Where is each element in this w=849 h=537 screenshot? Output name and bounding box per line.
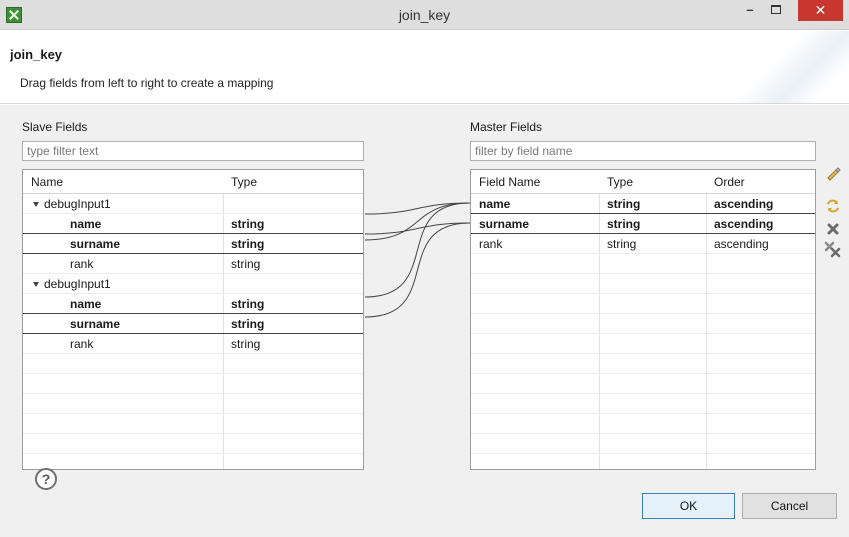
- delete-mapping-icon[interactable]: [824, 221, 842, 239]
- slave-fields-label: Slave Fields: [22, 120, 88, 134]
- column-header-type[interactable]: Type: [223, 170, 257, 194]
- minimize-button[interactable]: –: [738, 0, 762, 21]
- master-field-row[interactable]: rank string ascending: [471, 234, 815, 254]
- group-label: debugInput1: [44, 277, 111, 291]
- field-name: surname: [70, 237, 121, 251]
- field-order: ascending: [714, 197, 774, 211]
- empty-row: [23, 374, 363, 394]
- empty-row: [471, 434, 815, 454]
- slave-field-row[interactable]: name string: [23, 294, 363, 314]
- master-table-header: Field Name Type Order: [471, 170, 815, 194]
- slave-field-row[interactable]: surname string: [23, 234, 363, 254]
- empty-row: [23, 414, 363, 434]
- master-fields-label: Master Fields: [470, 120, 543, 134]
- group-name: debugInput1: [33, 274, 111, 293]
- maximize-icon: [771, 5, 781, 14]
- field-type: string: [231, 317, 265, 331]
- dialog-title: join_key: [10, 47, 63, 62]
- slave-fields-table[interactable]: Name Type debugInput1 name string surname st…: [22, 169, 364, 470]
- field-type: string: [231, 297, 265, 311]
- auto-map-icon[interactable]: [824, 165, 842, 183]
- group-label: debugInput1: [44, 197, 111, 211]
- help-icon[interactable]: ?: [35, 468, 57, 490]
- slave-field-row[interactable]: rank string: [23, 254, 363, 274]
- empty-row: [471, 354, 815, 374]
- empty-row: [471, 274, 815, 294]
- delete-all-mappings-icon[interactable]: [824, 241, 842, 259]
- expand-toggle-icon[interactable]: [33, 202, 39, 208]
- ok-button[interactable]: OK: [642, 493, 735, 519]
- field-type: string: [231, 257, 261, 271]
- field-order: ascending: [714, 217, 774, 231]
- field-type: string: [607, 217, 641, 231]
- empty-row: [23, 354, 363, 374]
- field-type: string: [231, 217, 265, 231]
- slave-table-header: Name Type: [23, 170, 363, 194]
- field-name: surname: [479, 217, 530, 231]
- empty-row: [23, 434, 363, 454]
- field-type: string: [231, 337, 261, 351]
- slave-filter-input[interactable]: [22, 141, 364, 161]
- empty-row: [471, 254, 815, 274]
- field-type: string: [607, 237, 637, 251]
- field-name: rank: [70, 257, 94, 271]
- master-field-row[interactable]: name string ascending: [471, 194, 815, 214]
- empty-row: [23, 394, 363, 414]
- close-button[interactable]: ✕: [798, 0, 843, 21]
- column-header-field-name[interactable]: Field Name: [471, 170, 540, 194]
- field-type: string: [231, 237, 265, 251]
- slave-field-row[interactable]: rank string: [23, 334, 363, 354]
- field-type: string: [607, 197, 641, 211]
- empty-row: [471, 314, 815, 334]
- master-filter-input[interactable]: [470, 141, 816, 161]
- column-header-order[interactable]: Order: [706, 170, 745, 194]
- master-rows: name string ascending surname string ascendin…: [471, 194, 815, 454]
- empty-row: [471, 394, 815, 414]
- maximize-button[interactable]: [764, 0, 788, 21]
- slave-field-row[interactable]: name string: [23, 214, 363, 234]
- field-name: surname: [70, 317, 121, 331]
- tree-group-row[interactable]: debugInput1: [23, 194, 363, 214]
- column-header-name[interactable]: Name: [23, 170, 63, 194]
- slave-rows: debugInput1 name string surname string rank st…: [23, 194, 363, 454]
- group-name: debugInput1: [33, 194, 111, 213]
- empty-row: [471, 374, 815, 394]
- field-name: name: [70, 297, 102, 311]
- header-decoration: [739, 31, 849, 103]
- empty-row: [471, 334, 815, 354]
- field-name: name: [479, 197, 511, 211]
- field-name: rank: [70, 337, 94, 351]
- master-field-row[interactable]: surname string ascending: [471, 214, 815, 234]
- master-fields-table[interactable]: Field Name Type Order name string ascendin…: [470, 169, 816, 470]
- expand-toggle-icon[interactable]: [33, 282, 39, 288]
- field-name: name: [70, 217, 102, 231]
- window-title: join_key: [398, 7, 451, 23]
- column-header-type[interactable]: Type: [599, 170, 633, 194]
- tree-group-row[interactable]: debugInput1: [23, 274, 363, 294]
- empty-row: [471, 294, 815, 314]
- remap-icon[interactable]: [824, 198, 842, 216]
- dialog-header: join_key Drag fields from left to right …: [0, 31, 849, 104]
- field-name: rank: [479, 237, 503, 251]
- empty-row: [471, 414, 815, 434]
- field-order: ascending: [714, 237, 769, 251]
- dialog-description: Drag fields from left to right to create…: [20, 76, 274, 90]
- title-bar: join_key – ✕: [0, 0, 849, 30]
- cancel-button[interactable]: Cancel: [742, 493, 837, 519]
- slave-field-row[interactable]: surname string: [23, 314, 363, 334]
